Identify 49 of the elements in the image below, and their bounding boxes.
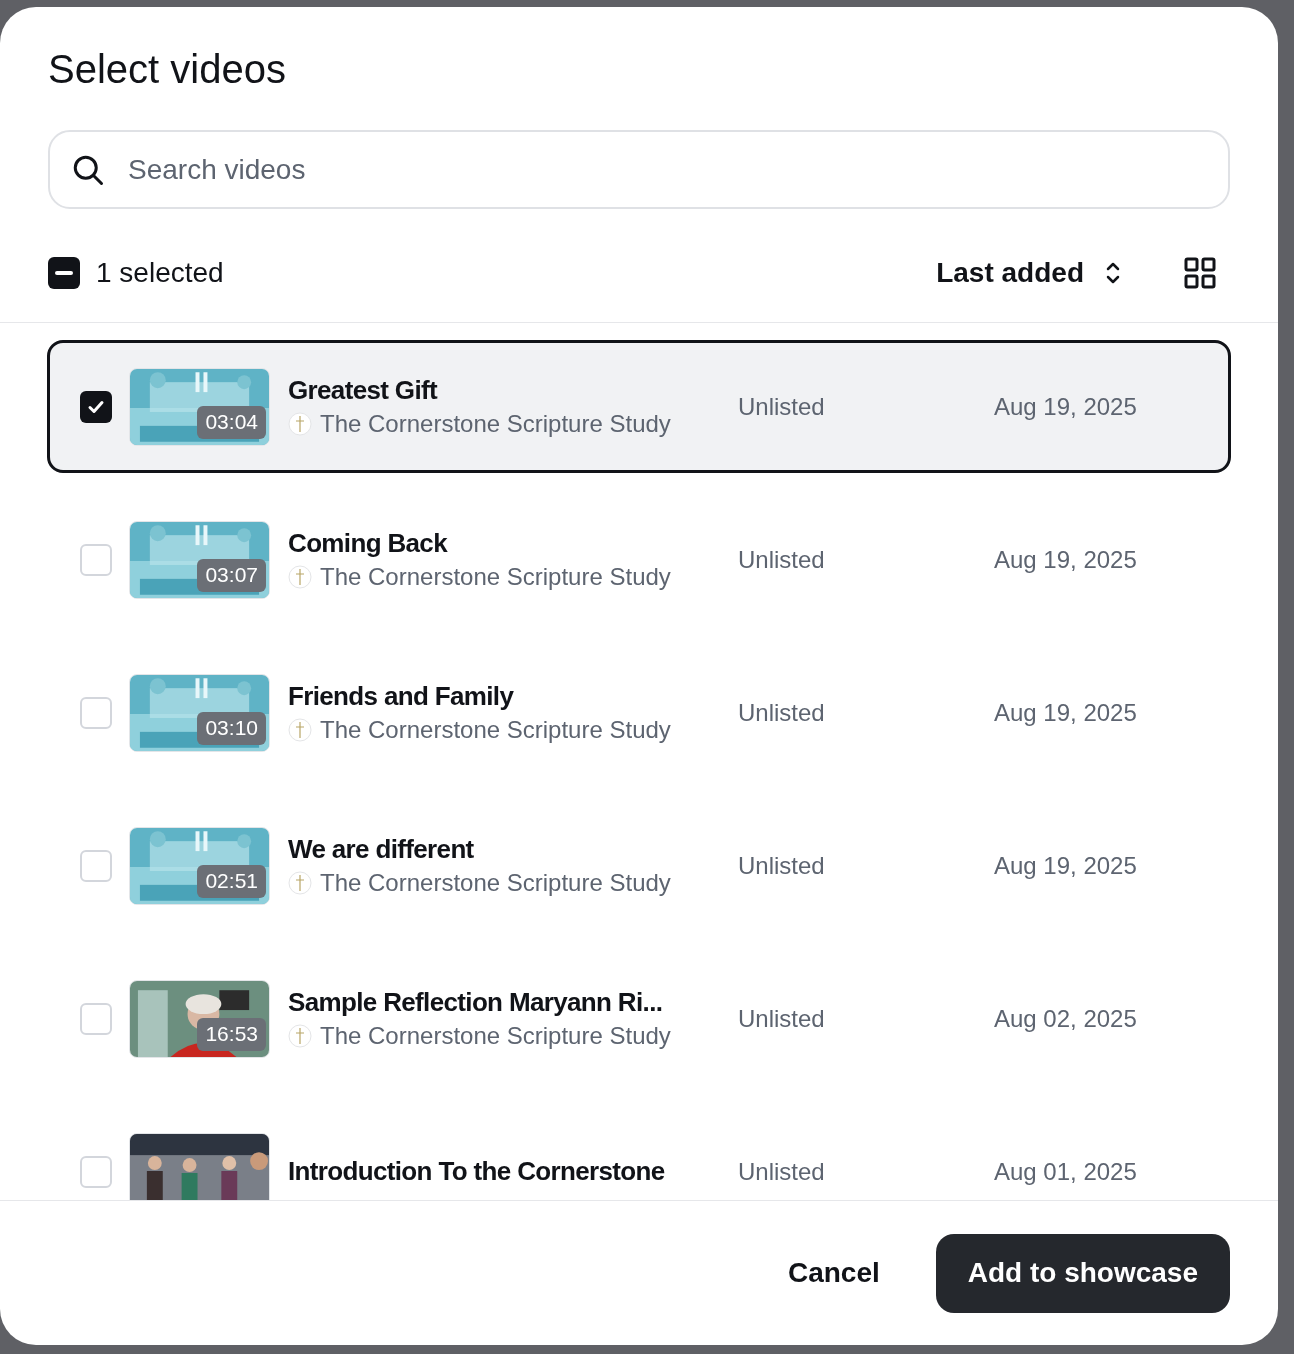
duration-badge: 03:07 [197, 559, 266, 592]
visibility-status: Unlisted [738, 544, 826, 575]
video-title: Greatest Gift [288, 374, 439, 407]
cross-icon [288, 411, 312, 436]
channel-name: The Cornerstone Scripture Study [320, 714, 671, 745]
visibility-status: Unlisted [738, 697, 826, 728]
add-to-showcase-button[interactable]: Add to showcase [935, 1233, 1230, 1313]
cross-icon [288, 564, 312, 589]
video-title: We are different [288, 833, 475, 866]
duration-badge: 16:53 [197, 1018, 266, 1051]
selection-count: 1 selected [96, 256, 224, 290]
grid-view-icon[interactable] [1184, 257, 1216, 289]
channel-name: The Cornerstone Scripture Study [320, 867, 671, 898]
date-added: Aug 19, 2025 [994, 850, 1137, 881]
date-added: Aug 19, 2025 [994, 391, 1137, 422]
date-added: Aug 19, 2025 [994, 544, 1137, 575]
search-bar[interactable]: Search videos [48, 130, 1230, 209]
channel-name: The Cornerstone Scripture Study [320, 561, 671, 592]
duration-badge: 03:10 [197, 712, 266, 745]
checkbox[interactable] [80, 849, 112, 882]
sort-dropdown[interactable]: Last added [936, 252, 1122, 294]
cancel-button[interactable]: Cancel [787, 1252, 880, 1294]
minus-icon [55, 271, 73, 275]
checkbox[interactable] [80, 1155, 112, 1188]
cross-icon [288, 870, 312, 895]
select-all-checkbox[interactable] [48, 257, 80, 289]
date-added: Aug 19, 2025 [994, 697, 1137, 728]
visibility-status: Unlisted [738, 1156, 826, 1187]
date-added: Aug 02, 2025 [994, 1003, 1137, 1034]
cross-icon [288, 717, 312, 742]
checkbox[interactable] [80, 390, 112, 423]
search-field[interactable]: Search videos [128, 148, 1208, 191]
video-title: Introduction To the Cornerstone [288, 1155, 666, 1188]
duration-badge: 03:04 [197, 406, 266, 439]
video-title: Friends and Family [288, 680, 515, 713]
channel-name: The Cornerstone Scripture Study [320, 1020, 671, 1051]
visibility-status: Unlisted [738, 1003, 826, 1034]
duration-badge: 02:51 [197, 865, 266, 898]
date-added: Aug 01, 2025 [994, 1156, 1137, 1187]
visibility-status: Unlisted [738, 391, 826, 422]
channel-name: The Cornerstone Scripture Study [320, 408, 671, 439]
checkbox[interactable] [80, 1002, 112, 1035]
checkbox[interactable] [80, 696, 112, 729]
video-title: Coming Back [288, 527, 449, 560]
cross-icon [288, 1023, 312, 1048]
checkbox[interactable] [80, 543, 112, 576]
visibility-status: Unlisted [738, 850, 826, 881]
dialog-title: Select videos [48, 46, 287, 93]
video-title: Sample Reflection Maryann Ri... [288, 986, 664, 1019]
